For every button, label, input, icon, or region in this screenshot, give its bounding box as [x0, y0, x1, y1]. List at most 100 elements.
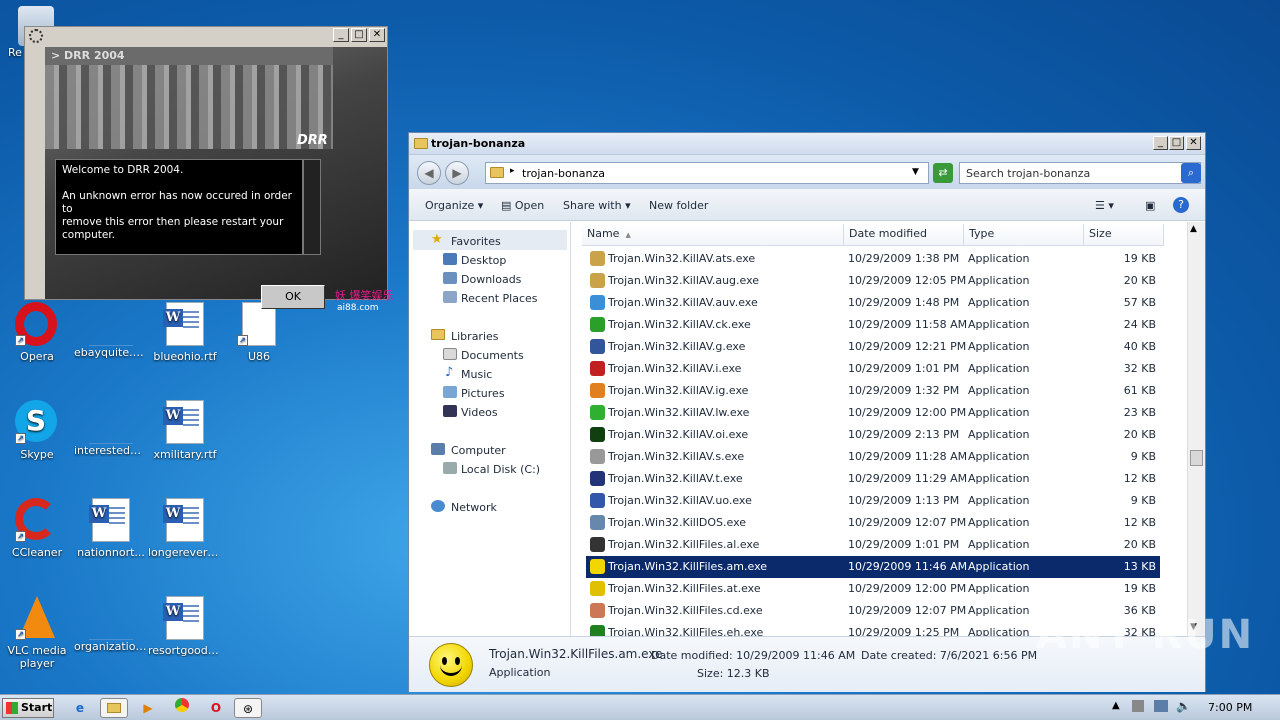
file-row[interactable]: Trojan.Win32.KillAV.aug.exe 10/29/2009 12… [586, 270, 1160, 292]
nav-pictures[interactable]: Pictures [461, 387, 505, 400]
forward-button[interactable]: ▶ [445, 161, 469, 185]
desktop-file-xmilitary[interactable]: W xmilitary.rtf [148, 400, 222, 461]
music-icon: ♪ [445, 365, 454, 380]
file-row[interactable]: Trojan.Win32.KillAV.s.exe 10/29/2009 11:2… [586, 446, 1160, 468]
scroll-thumb[interactable] [1190, 450, 1203, 466]
drr-titlebar[interactable]: _ □ ✕ [25, 27, 387, 45]
new-folder-button[interactable]: New folder [649, 199, 708, 212]
nav-music[interactable]: Music [461, 368, 492, 381]
file-date: 10/29/2009 11:28 AM [848, 450, 968, 463]
close-button[interactable]: ✕ [1186, 136, 1201, 150]
explorer-taskbar-icon[interactable] [100, 698, 128, 718]
preview-pane-icon[interactable]: ▣ [1145, 199, 1155, 212]
desktop-file-u86[interactable]: ↗ U86 [222, 302, 296, 363]
scroll-up-icon[interactable]: ▲ [1190, 224, 1197, 234]
share-with-button[interactable]: Share with ▾ [563, 199, 631, 212]
column-type[interactable]: Type [964, 224, 1084, 246]
opera-icon[interactable]: ↗ Opera [0, 302, 74, 363]
file-list-scrollbar[interactable]: ▲ ▼ [1187, 222, 1205, 636]
maximize-button[interactable]: □ [351, 28, 367, 42]
network-tray-icon[interactable] [1154, 700, 1168, 712]
start-button[interactable]: Start [2, 698, 54, 718]
maximize-button[interactable]: □ [1169, 136, 1184, 150]
file-row[interactable]: Trojan.Win32.KillFiles.al.exe 10/29/2009 … [586, 534, 1160, 556]
search-icon[interactable]: ⌕ [1181, 163, 1201, 183]
desktop-file-interestedm[interactable]: interestedm... [74, 400, 148, 457]
organize-button[interactable]: Organize ▾ [425, 199, 483, 212]
smiley-file-icon [429, 643, 473, 687]
desktop-file-blueohio[interactable]: W blueohio.rtf [148, 302, 222, 363]
file-row[interactable]: Trojan.Win32.KillAV.oi.exe 10/29/2009 2:1… [586, 424, 1160, 446]
column-date[interactable]: Date modified [844, 224, 964, 246]
file-size: 12 KB [1123, 472, 1156, 485]
desktop-file-ebayquite[interactable]: ebayquite.png [74, 302, 148, 359]
drr-message-line: An unknown error has now occured in orde… [62, 190, 292, 215]
file-row[interactable]: Trojan.Win32.KillDOS.exe 10/29/2009 12:07… [586, 512, 1160, 534]
nav-recent-places[interactable]: Recent Places [461, 292, 538, 305]
exe-file-icon [590, 493, 605, 508]
back-button[interactable]: ◀ [417, 161, 441, 185]
file-row[interactable]: Trojan.Win32.KillAV.t.exe 10/29/2009 11:2… [586, 468, 1160, 490]
media-player-icon[interactable]: ▶ [134, 698, 162, 718]
column-name[interactable]: Name ▲ [582, 224, 844, 246]
column-size[interactable]: Size [1084, 224, 1164, 246]
nav-videos[interactable]: Videos [461, 406, 498, 419]
desktop-file-nationnort[interactable]: W nationnort... [74, 498, 148, 559]
file-row[interactable]: Trojan.Win32.KillAV.uo.exe 10/29/2009 1:1… [586, 490, 1160, 512]
desktop-icon-label: xmilitary.rtf [153, 448, 217, 461]
tray-icon[interactable] [1132, 700, 1144, 712]
tray-expand-icon[interactable]: ▲ [1112, 700, 1120, 711]
exe-file-icon [590, 581, 605, 596]
drr-window[interactable]: _ □ ✕ > DRR 2004 DRR Welcome to DRR 2004… [24, 26, 394, 313]
drr-taskbar-icon[interactable]: ⊛ [234, 698, 262, 718]
skype-icon[interactable]: S ↗ Skype [0, 400, 74, 461]
desktop-file-longerevery[interactable]: W longerevery... [148, 498, 222, 559]
file-row[interactable]: Trojan.Win32.KillAV.lw.exe 10/29/2009 12:… [586, 402, 1160, 424]
nav-favorites[interactable]: Favorites [451, 235, 501, 248]
nav-downloads[interactable]: Downloads [461, 273, 521, 286]
views-icon[interactable]: ☰ ▾ [1095, 199, 1114, 212]
file-row[interactable]: Trojan.Win32.KillAV.ig.exe 10/29/2009 1:3… [586, 380, 1160, 402]
ie-icon[interactable]: e [66, 698, 94, 718]
ccleaner-icon[interactable]: ↗ CCleaner [0, 498, 74, 559]
nav-local-disk[interactable]: Local Disk (C:) [461, 463, 540, 476]
desktop-file-resortgoods[interactable]: W resortgoods... [148, 596, 222, 657]
volume-icon[interactable]: 🔈 [1176, 699, 1191, 713]
minimize-button[interactable]: _ [1153, 136, 1168, 150]
file-row[interactable]: Trojan.Win32.KillAV.i.exe 10/29/2009 1:01… [586, 358, 1160, 380]
refresh-icon[interactable]: ⇄ [933, 163, 953, 183]
exe-file-icon [590, 273, 605, 288]
file-row[interactable]: Trojan.Win32.KillAV.auv.exe 10/29/2009 1:… [586, 292, 1160, 314]
file-row[interactable]: Trojan.Win32.KillFiles.am.exe 10/29/2009 … [586, 556, 1160, 578]
file-row[interactable]: Trojan.Win32.KillAV.ats.exe 10/29/2009 1:… [586, 248, 1160, 270]
file-type: Application [968, 340, 1030, 353]
chevron-down-icon[interactable]: ▼ [912, 167, 919, 177]
vlc-icon[interactable]: ↗ VLC media player [0, 596, 74, 670]
nav-libraries[interactable]: Libraries [451, 330, 499, 343]
file-row[interactable]: Trojan.Win32.KillFiles.at.exe 10/29/2009 … [586, 578, 1160, 600]
open-button[interactable]: ▤ Open [501, 199, 544, 212]
nav-documents[interactable]: Documents [461, 349, 524, 362]
ok-button[interactable]: OK [261, 285, 325, 309]
explorer-titlebar[interactable]: trojan-bonanza _ □ ✕ [409, 133, 1205, 155]
chrome-icon[interactable] [168, 698, 196, 718]
close-button[interactable]: ✕ [369, 28, 385, 42]
nav-computer[interactable]: Computer [451, 444, 506, 457]
file-date: 10/29/2009 12:00 PM [848, 406, 967, 419]
desktop-file-organization[interactable]: organization... [74, 596, 148, 653]
clock[interactable]: 7:00 PM [1208, 701, 1252, 714]
minimize-button[interactable]: _ [333, 28, 349, 42]
nav-network[interactable]: Network [451, 501, 497, 514]
address-input[interactable]: ▸ trojan-bonanza ▼ [485, 162, 929, 184]
explorer-window[interactable]: trojan-bonanza _ □ ✕ ◀ ▶ ▸ trojan-bonanz… [408, 132, 1206, 692]
help-icon[interactable]: ? [1173, 197, 1189, 213]
opera-taskbar-icon[interactable]: O [202, 698, 230, 718]
nav-desktop[interactable]: Desktop [461, 254, 506, 267]
exe-file-icon [590, 339, 605, 354]
opera-logo: ↗ [15, 302, 59, 346]
file-row[interactable]: Trojan.Win32.KillAV.ck.exe 10/29/2009 11:… [586, 314, 1160, 336]
desktop-icon-label: longerevery... [148, 546, 222, 559]
drr-message-scrollbar[interactable] [303, 159, 321, 255]
file-row[interactable]: Trojan.Win32.KillAV.g.exe 10/29/2009 12:2… [586, 336, 1160, 358]
search-input[interactable]: Search trojan-bonanza [959, 162, 1201, 184]
